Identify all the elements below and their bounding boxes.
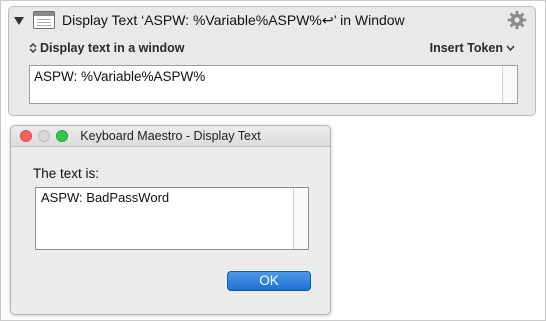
result-scrollbar[interactable]	[293, 188, 308, 249]
insert-token-label: Insert Token	[429, 41, 503, 55]
up-down-chevron-icon	[29, 43, 37, 53]
window-icon	[33, 11, 55, 29]
display-text-dialog: Keyboard Maestro - Display Text The text…	[10, 125, 331, 315]
chevron-down-icon	[506, 45, 515, 52]
result-text-area[interactable]: ASPW: BadPassWord	[35, 187, 309, 250]
display-text-field[interactable]: ASPW: %Variable%ASPW%	[29, 65, 518, 104]
gear-icon[interactable]	[507, 10, 527, 30]
ok-button[interactable]: OK	[227, 271, 311, 291]
action-title: Display Text ‘ASPW: %Variable%ASPW%↩’ in…	[62, 12, 405, 28]
disclosure-triangle-icon[interactable]	[13, 15, 25, 27]
result-text: ASPW: BadPassWord	[41, 190, 170, 205]
text-field-scrollbar[interactable]	[502, 66, 517, 103]
insert-token-menu[interactable]: Insert Token	[430, 41, 515, 55]
display-mode-label: Display text in a window	[40, 41, 185, 55]
display-text-value: ASPW: %Variable%ASPW%	[34, 69, 206, 84]
dialog-titlebar[interactable]: Keyboard Maestro - Display Text	[11, 126, 330, 147]
display-text-action: Display Text ‘ASPW: %Variable%ASPW%↩’ in…	[8, 6, 536, 116]
dialog-prompt: The text is:	[33, 166, 100, 181]
display-mode-popup[interactable]: Display text in a window	[29, 41, 184, 55]
dialog-title: Keyboard Maestro - Display Text	[80, 129, 261, 143]
